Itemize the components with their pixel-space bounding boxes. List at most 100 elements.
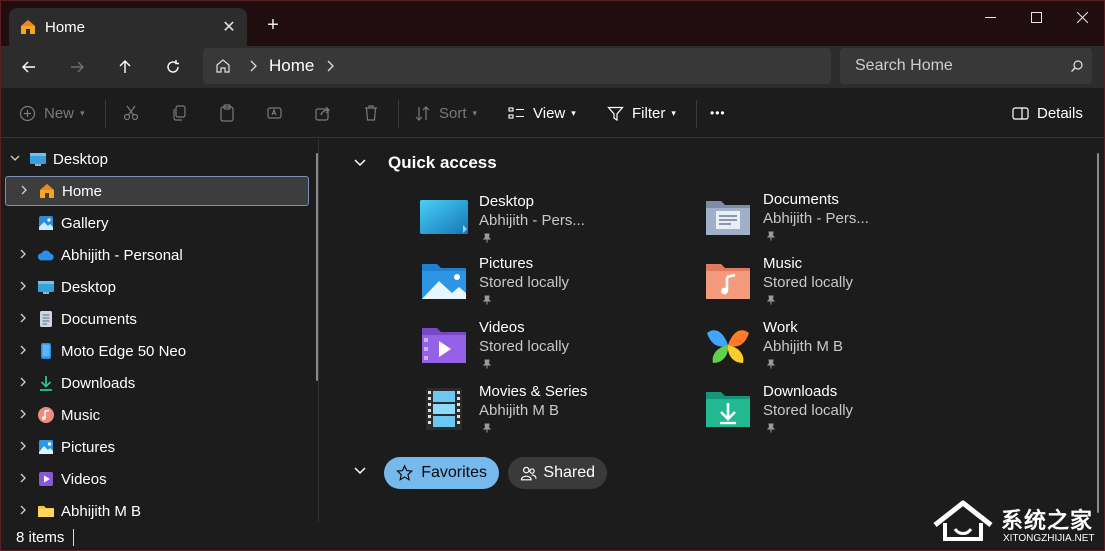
quick-access-item[interactable]: Music Stored locally — [703, 255, 973, 315]
home-outline-icon — [216, 59, 230, 73]
sidebar-item[interactable]: Abhijith - Personal — [5, 240, 309, 270]
sidebar-item[interactable]: Desktop — [5, 272, 309, 302]
tab-home[interactable]: Home ✕ — [9, 8, 247, 46]
shared-chip[interactable]: Shared — [508, 457, 607, 489]
more-options-button[interactable]: ••• — [710, 100, 726, 126]
share-button[interactable] — [314, 100, 332, 126]
refresh-icon — [167, 60, 179, 73]
arrow-left-icon — [22, 61, 35, 73]
sidebar-item[interactable]: Music — [5, 400, 309, 430]
sidebar-item[interactable]: Desktop — [5, 144, 309, 174]
filter-icon — [607, 106, 624, 121]
quick-access-location: Stored locally — [763, 274, 854, 291]
scissors-icon — [123, 105, 139, 121]
sidebar-scrollbar[interactable] — [316, 153, 318, 381]
sidebar-item-label: Downloads — [61, 374, 136, 392]
breadcrumb-home[interactable]: Home — [269, 56, 314, 76]
quick-access-name: Pictures — [479, 255, 534, 272]
desktop-icon — [29, 150, 47, 168]
clipboard-icon — [220, 104, 234, 122]
arrow-up-icon — [119, 60, 131, 73]
quick-access-location: Stored locally — [479, 338, 570, 355]
favorites-chip[interactable]: Favorites — [384, 457, 499, 489]
chevron-right-icon[interactable] — [13, 440, 33, 455]
chevron-right-icon[interactable] — [322, 58, 338, 74]
quick-access-name: Downloads — [763, 383, 838, 400]
forward-button[interactable] — [61, 51, 93, 83]
chevron-down-icon: ▾ — [671, 107, 676, 118]
filter-button[interactable]: Filter ▾ — [607, 100, 676, 126]
quick-access-item[interactable]: Desktop Abhijith - Pers... — [419, 193, 689, 253]
chevron-right-icon[interactable] — [13, 248, 33, 263]
pin-icon — [766, 295, 776, 308]
chevron-right-icon[interactable] — [13, 344, 33, 359]
view-button[interactable]: View ▾ — [508, 100, 576, 126]
minimize-button[interactable] — [967, 1, 1013, 33]
chevron-right-icon[interactable] — [13, 280, 33, 295]
quick-access-item[interactable]: Work Abhijith M B — [703, 319, 973, 379]
close-window-button[interactable] — [1059, 1, 1104, 33]
quick-access-location: Abhijith M B — [479, 402, 560, 419]
pin-icon — [482, 423, 492, 436]
close-tab-icon[interactable]: ✕ — [215, 13, 243, 41]
details-pane-button[interactable]: Details — [1012, 100, 1083, 126]
sidebar-item-label: Videos — [61, 470, 107, 488]
chevron-down-icon[interactable] — [5, 152, 25, 167]
view-label: View — [533, 104, 566, 122]
desktop-icon — [37, 278, 55, 296]
search-box[interactable] — [840, 48, 1092, 84]
music-icon — [37, 406, 55, 424]
pin-icon — [482, 295, 492, 308]
chevron-down-icon: ▾ — [571, 107, 576, 118]
status-divider — [73, 528, 75, 546]
chevron-right-icon[interactable] — [13, 408, 33, 423]
plus-circle-icon — [19, 105, 36, 121]
quick-access-header[interactable]: Quick access — [353, 153, 497, 173]
address-bar[interactable]: Home — [203, 48, 831, 84]
sidebar-item[interactable]: Documents — [5, 304, 309, 334]
cut-button[interactable] — [122, 100, 140, 126]
new-tab-button[interactable]: + — [257, 11, 289, 39]
toolbar-divider — [105, 100, 106, 128]
chevron-right-icon[interactable] — [13, 504, 33, 519]
chevron-right-icon[interactable] — [14, 184, 34, 199]
quick-access-name: Documents — [763, 191, 839, 208]
up-button[interactable] — [109, 51, 141, 83]
sort-button[interactable]: Sort ▾ — [414, 100, 477, 126]
pin-icon — [766, 359, 776, 372]
sidebar-item[interactable]: Home — [5, 176, 309, 206]
sidebar-item[interactable]: Videos — [5, 464, 309, 494]
quick-access-item[interactable]: Pictures Stored locally — [419, 255, 689, 315]
content-scrollbar[interactable] — [1097, 153, 1099, 513]
quick-access-item[interactable]: Documents Abhijith - Pers... — [703, 191, 973, 251]
paste-button[interactable] — [218, 100, 236, 126]
favorites-section-toggle[interactable] — [353, 464, 367, 478]
chevron-right-icon[interactable] — [13, 472, 33, 487]
chevron-down-icon: ▾ — [80, 107, 85, 118]
tab-title: Home — [45, 18, 86, 36]
back-button[interactable] — [13, 51, 45, 83]
chevron-right-icon[interactable] — [13, 376, 33, 391]
sidebar-item[interactable]: Pictures — [5, 432, 309, 462]
sort-label: Sort — [439, 104, 467, 122]
videos-icon — [37, 470, 55, 488]
quick-access-item[interactable]: Downloads Stored locally — [703, 383, 973, 443]
arrow-right-icon — [71, 61, 84, 73]
gallery-icon — [37, 214, 55, 232]
sidebar-item[interactable]: Gallery — [5, 208, 309, 238]
sidebar-item[interactable]: Downloads — [5, 368, 309, 398]
sidebar-item-label: Abhijith M B — [61, 502, 142, 520]
title-bar: Home ✕ + — [1, 1, 1104, 46]
sidebar-item[interactable]: Moto Edge 50 Neo — [5, 336, 309, 366]
copy-button[interactable] — [170, 100, 188, 126]
rename-button[interactable] — [266, 100, 284, 126]
maximize-button[interactable] — [1013, 1, 1059, 33]
delete-button[interactable] — [362, 100, 380, 126]
star-icon — [396, 464, 414, 481]
refresh-button[interactable] — [157, 51, 189, 83]
quick-access-item[interactable]: Videos Stored locally — [419, 319, 689, 379]
chevron-right-icon[interactable] — [13, 312, 33, 327]
new-button[interactable]: New ▾ — [19, 100, 85, 126]
quick-access-item[interactable]: Movies & Series Abhijith M B — [419, 383, 689, 443]
search-input[interactable] — [855, 57, 1050, 75]
